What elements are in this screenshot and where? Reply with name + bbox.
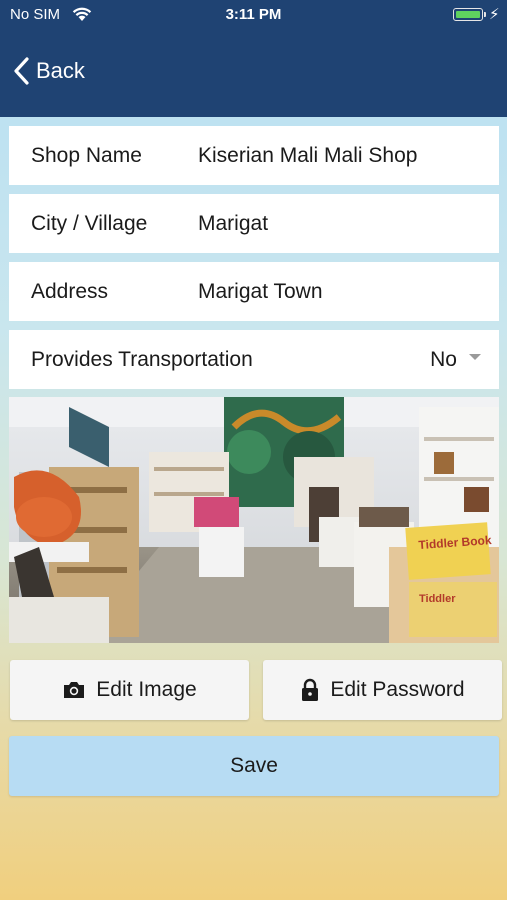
transportation-label: Provides Transportation (31, 347, 253, 371)
edit-password-button[interactable]: Edit Password (263, 660, 502, 720)
save-label: Save (230, 754, 278, 777)
address-field[interactable]: Address Marigat Town (9, 262, 499, 321)
lock-icon (302, 678, 319, 701)
shop-sign-tiddler: Tiddler (419, 593, 456, 605)
chevron-left-icon (14, 57, 29, 85)
shop-name-label: Shop Name (31, 143, 142, 167)
edit-image-button[interactable]: Edit Image (10, 660, 249, 720)
transportation-value: No (430, 347, 457, 371)
charging-icon: ⚡ (489, 6, 500, 23)
transportation-dropdown[interactable]: No (430, 348, 481, 372)
city-label: City / Village (31, 211, 148, 235)
shop-name-field[interactable]: Shop Name Kiserian Mali Mali Shop (9, 126, 499, 185)
save-button[interactable]: Save (9, 736, 499, 796)
city-value[interactable]: Marigat (198, 212, 268, 236)
city-field[interactable]: City / Village Marigat (9, 194, 499, 253)
address-value[interactable]: Marigat Town (198, 280, 323, 304)
shop-name-value[interactable]: Kiserian Mali Mali Shop (198, 144, 417, 168)
caret-down-icon (469, 353, 481, 360)
shop-interior-illustration: Tiddler Book Tiddler (9, 397, 499, 643)
address-label: Address (31, 279, 109, 303)
battery-tip (484, 12, 486, 17)
edit-image-label: Edit Image (96, 678, 197, 701)
transportation-select[interactable]: Provides Transportation No (9, 330, 499, 389)
back-label: Back (36, 58, 85, 83)
clock: 3:11 PM (225, 6, 282, 23)
battery-icon (453, 8, 483, 21)
back-button[interactable]: Back (12, 55, 85, 87)
status-bar: No SIM 3:11 PM ⚡ (0, 0, 507, 30)
shop-image: Tiddler Book Tiddler (9, 397, 499, 643)
edit-password-label: Edit Password (330, 678, 465, 701)
navigation-bar: No SIM 3:11 PM ⚡ Back (0, 0, 507, 117)
camera-icon (64, 682, 85, 698)
